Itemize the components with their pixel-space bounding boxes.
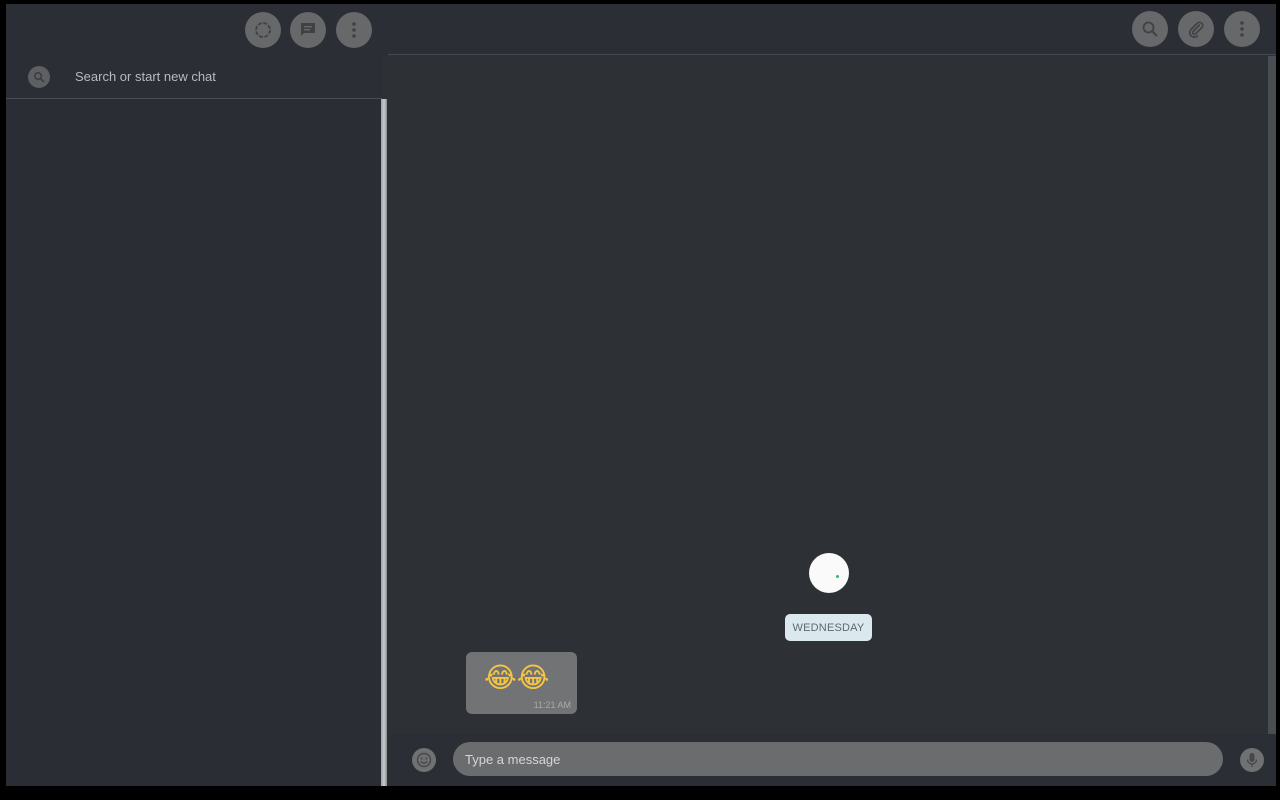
chat-list[interactable] (6, 99, 382, 786)
sidebar-menu-button[interactable] (336, 12, 372, 48)
attach-icon (1188, 21, 1204, 38)
emoji-button[interactable] (412, 748, 436, 772)
mic-icon (1246, 753, 1258, 767)
new-chat-button[interactable] (290, 12, 326, 48)
search-icon (28, 66, 50, 88)
menu-icon (352, 22, 356, 38)
search-input[interactable]: Search or start new chat (75, 69, 216, 84)
attach-button[interactable] (1178, 11, 1214, 47)
date-divider: WEDNESDAY (785, 614, 872, 641)
loading-spinner (809, 553, 849, 593)
voice-button[interactable] (1240, 748, 1264, 772)
sidebar: Search or start new chat (6, 4, 388, 786)
conversation-header (388, 4, 1276, 55)
sidebar-header (6, 4, 388, 56)
menu-icon (1240, 21, 1244, 37)
conversation-scrollbar[interactable] (1268, 56, 1276, 734)
search-icon (1142, 21, 1158, 37)
composer (388, 734, 1276, 786)
message-time: 11:21 AM (533, 700, 571, 710)
status-icon (255, 22, 271, 38)
loading-dot (836, 575, 839, 578)
conversation-menu-button[interactable] (1224, 11, 1260, 47)
app-window: Search or start new chat WEDNESDAY 😂😂 11… (6, 4, 1276, 786)
sidebar-scrollbar[interactable] (381, 99, 387, 786)
conversation-panel: WEDNESDAY 😂😂 11:21 AM (388, 4, 1276, 786)
new-chat-icon (301, 23, 315, 36)
message-text: 😂😂 (484, 661, 550, 694)
search-bar[interactable]: Search or start new chat (6, 56, 382, 99)
search-messages-button[interactable] (1132, 11, 1168, 47)
message-bubble[interactable]: 😂😂 11:21 AM (466, 652, 577, 714)
status-button[interactable] (245, 12, 281, 48)
message-input[interactable] (453, 742, 1223, 776)
emoji-icon (416, 752, 432, 768)
